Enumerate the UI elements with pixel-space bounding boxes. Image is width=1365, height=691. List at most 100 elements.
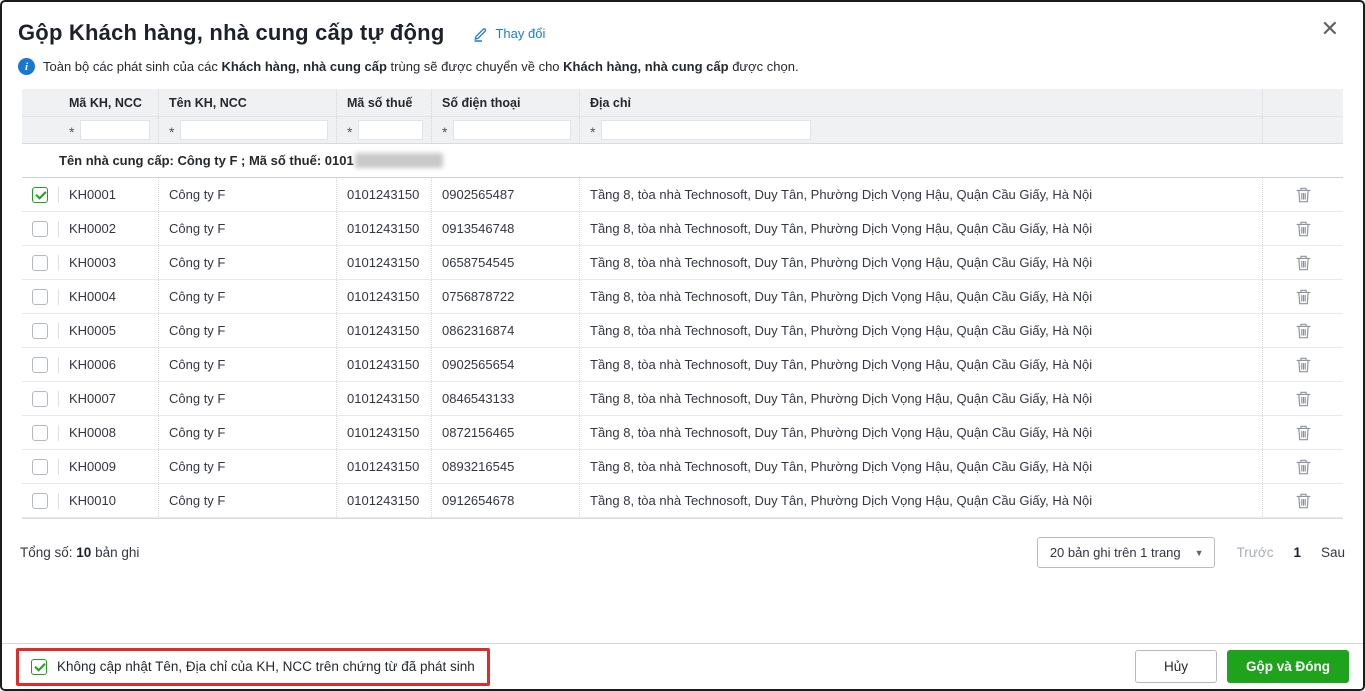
cell-phone: 0913546748 [432,212,580,245]
table-row[interactable]: KH0007 Công ty F 0101243150 0846543133 T… [22,382,1343,416]
merge-table: Mã KH, NCC Tên KH, NCC Mã số thuế Số điệ… [22,89,1343,519]
filter-input-code[interactable] [80,120,150,140]
cell-tax-code: 0101243150 [337,484,432,517]
change-link[interactable]: Thay đổi [472,25,545,42]
delete-button[interactable] [1292,456,1314,478]
row-checkbox[interactable] [32,255,48,271]
filter-input-address[interactable] [601,120,811,140]
filter-operator-taxcode[interactable]: * [347,124,352,140]
delete-button[interactable] [1292,354,1314,376]
column-header-code: Mã KH, NCC [59,89,159,116]
row-checkbox[interactable] [32,357,48,373]
cell-tax-code: 0101243150 [337,416,432,449]
update-docs-label: Không cập nhật Tên, Địa chỉ của KH, NCC … [57,659,475,674]
merge-and-close-button[interactable]: Gộp và Đóng [1227,650,1349,683]
filter-operator-address[interactable]: * [590,124,595,140]
row-checkbox[interactable] [32,459,48,475]
total-label: Tổng số: [20,545,76,560]
cancel-button[interactable]: Hủy [1135,650,1217,683]
cell-code: KH0009 [59,450,159,483]
cell-address: Tầng 8, tòa nhà Technosoft, Duy Tân, Phư… [580,178,1263,211]
delete-button[interactable] [1292,490,1314,512]
select-cell [22,221,59,237]
total-suffix: bản ghi [91,545,139,560]
table-row[interactable]: KH0008 Công ty F 0101243150 0872156465 T… [22,416,1343,450]
cell-phone: 0902565654 [432,348,580,381]
row-checkbox[interactable] [32,187,48,203]
column-header-address: Địa chỉ [580,89,1263,116]
table-row[interactable]: KH0004 Công ty F 0101243150 0756878722 T… [22,280,1343,314]
trash-icon [1295,492,1312,510]
filter-input-name[interactable] [180,120,328,140]
row-checkbox[interactable] [32,493,48,509]
pagination-current-page[interactable]: 1 [1293,545,1301,560]
table-row[interactable]: KH0009 Công ty F 0101243150 0893216545 T… [22,450,1343,484]
delete-button[interactable] [1292,252,1314,274]
info-text: Toàn bộ các phát sinh của các Khách hàng… [43,59,799,74]
delete-button[interactable] [1292,184,1314,206]
table-row[interactable]: KH0006 Công ty F 0101243150 0902565654 T… [22,348,1343,382]
select-cell [22,357,59,373]
cell-phone: 0893216545 [432,450,580,483]
table-header-row: Mã KH, NCC Tên KH, NCC Mã số thuế Số điệ… [22,89,1343,117]
delete-button[interactable] [1292,422,1314,444]
actions-cell [1263,320,1343,342]
cell-code: KH0010 [59,484,159,517]
select-cell [22,255,59,271]
row-checkbox[interactable] [32,323,48,339]
pagination-next[interactable]: Sau [1321,545,1345,560]
table-row[interactable]: KH0003 Công ty F 0101243150 0658754545 T… [22,246,1343,280]
cell-name: Công ty F [159,212,337,245]
row-checkbox[interactable] [32,221,48,237]
cell-address: Tầng 8, tòa nhà Technosoft, Duy Tân, Phư… [580,348,1263,381]
cell-address: Tầng 8, tòa nhà Technosoft, Duy Tân, Phư… [580,450,1263,483]
close-icon[interactable]: ✕ [1321,18,1339,40]
row-checkbox[interactable] [32,425,48,441]
cell-code: KH0008 [59,416,159,449]
table-row[interactable]: KH0010 Công ty F 0101243150 0912654678 T… [22,484,1343,518]
cell-tax-code: 0101243150 [337,280,432,313]
edit-pencil-icon [472,25,489,42]
row-checkbox[interactable] [32,289,48,305]
filter-operator-name[interactable]: * [169,124,174,140]
actions-cell [1263,286,1343,308]
cell-name: Công ty F [159,246,337,279]
filter-operator-phone[interactable]: * [442,124,447,140]
cell-name: Công ty F [159,280,337,313]
column-header-phone: Số điện thoại [432,89,580,116]
group-header-row: Tên nhà cung cấp: Công ty F ; Mã số thuế… [22,144,1343,178]
filter-input-taxcode[interactable] [358,120,423,140]
delete-button[interactable] [1292,388,1314,410]
pagination-prev[interactable]: Trước [1237,545,1274,560]
page-size-label: 20 bản ghi trên 1 trang [1050,545,1181,560]
cell-name: Công ty F [159,484,337,517]
cell-phone: 0902565487 [432,178,580,211]
cell-name: Công ty F [159,348,337,381]
cell-phone: 0756878722 [432,280,580,313]
cell-address: Tầng 8, tòa nhà Technosoft, Duy Tân, Phư… [580,246,1263,279]
table-row[interactable]: KH0005 Công ty F 0101243150 0862316874 T… [22,314,1343,348]
filter-input-phone[interactable] [453,120,571,140]
table-row[interactable]: KH0002 Công ty F 0101243150 0913546748 T… [22,212,1343,246]
page-size-select[interactable]: 20 bản ghi trên 1 trang ▼ [1037,537,1215,568]
cell-tax-code: 0101243150 [337,314,432,347]
table-footer: Tổng số: 10 bản ghi 20 bản ghi trên 1 tr… [18,537,1347,568]
actions-cell [1263,422,1343,444]
table-body: KH0001 Công ty F 0101243150 0902565487 T… [22,178,1343,518]
chevron-down-icon: ▼ [1195,548,1204,558]
row-checkbox[interactable] [32,391,48,407]
column-header-taxcode: Mã số thuế [337,89,432,116]
update-docs-checkbox[interactable] [31,659,47,675]
delete-button[interactable] [1292,218,1314,240]
cell-phone: 0846543133 [432,382,580,415]
delete-button[interactable] [1292,320,1314,342]
actions-cell [1263,252,1343,274]
delete-button[interactable] [1292,286,1314,308]
highlight-box: Không cập nhật Tên, Địa chỉ của KH, NCC … [16,648,490,686]
cell-phone: 0872156465 [432,416,580,449]
cell-name: Công ty F [159,382,337,415]
table-row[interactable]: KH0001 Công ty F 0101243150 0902565487 T… [22,178,1343,212]
trash-icon [1295,356,1312,374]
filter-operator-code[interactable]: * [69,124,74,140]
actions-cell [1263,354,1343,376]
